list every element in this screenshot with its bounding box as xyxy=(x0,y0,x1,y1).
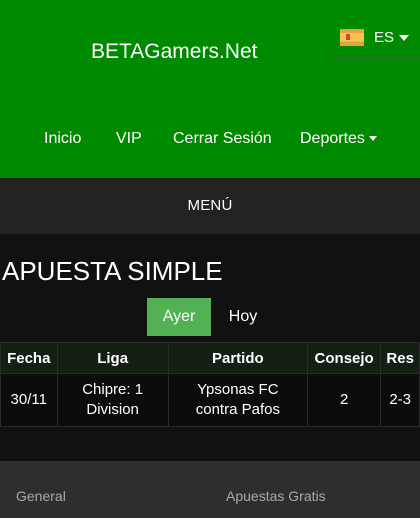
language-label: ES xyxy=(374,29,395,46)
column-header-fecha: Fecha xyxy=(0,342,58,374)
footer-link-general[interactable]: General xyxy=(16,487,66,505)
nav-inicio[interactable]: Inicio xyxy=(44,129,81,149)
partido-line-1: Ypsonas FC xyxy=(197,381,279,398)
column-header-partido: Partido xyxy=(167,342,308,374)
cell-consejo: 2 xyxy=(306,373,382,427)
chevron-down-icon xyxy=(368,136,377,142)
liga-line-2: Division xyxy=(86,401,139,418)
cell-res: 2-3 xyxy=(380,373,420,427)
tab-ayer[interactable]: Ayer xyxy=(147,298,211,336)
menu-toggle[interactable]: MENÚ xyxy=(0,178,420,235)
cell-liga: Chipre: 1 Division xyxy=(56,373,169,427)
nav-vip[interactable]: VIP xyxy=(116,129,142,149)
main-content: APUESTA SIMPLE Ayer Hoy Fecha Liga Parti… xyxy=(0,235,420,461)
site-header: BETAGamers.Net ES Inicio VIP Cerrar Sesi… xyxy=(0,0,420,178)
footer-link-apuestas-gratis[interactable]: Apuestas Gratis xyxy=(226,487,326,505)
cell-partido: Ypsonas FC contra Pafos xyxy=(167,373,308,427)
site-footer: General Apuestas Gratis xyxy=(0,461,420,518)
liga-line-1: Chipre: 1 xyxy=(82,381,144,398)
language-selector[interactable]: ES xyxy=(329,15,420,59)
chevron-down-icon xyxy=(399,35,409,41)
cell-fecha: 30/11 xyxy=(0,373,58,427)
nav-deportes[interactable]: Deportes xyxy=(300,129,377,149)
menu-label: MENÚ xyxy=(187,197,233,214)
site-brand[interactable]: BETAGamers.Net xyxy=(91,38,257,66)
nav-cerrar-sesion[interactable]: Cerrar Sesión xyxy=(173,129,272,149)
page-title: APUESTA SIMPLE xyxy=(2,256,223,286)
table-row: 30/11 Chipre: 1 Division Ypsonas FC cont… xyxy=(0,373,420,427)
spain-flag-icon xyxy=(340,29,364,46)
partido-line-2: contra Pafos xyxy=(195,401,280,418)
column-header-liga: Liga xyxy=(56,342,169,374)
bets-table: Fecha Liga Partido Consejo Res 30/11 Chi… xyxy=(0,342,420,427)
column-header-res: Res xyxy=(380,342,420,374)
tab-hoy[interactable]: Hoy xyxy=(220,298,266,336)
table-header-row: Fecha Liga Partido Consejo Res xyxy=(0,342,420,374)
column-header-consejo: Consejo xyxy=(306,342,382,374)
nav-deportes-label: Deportes xyxy=(300,130,365,147)
